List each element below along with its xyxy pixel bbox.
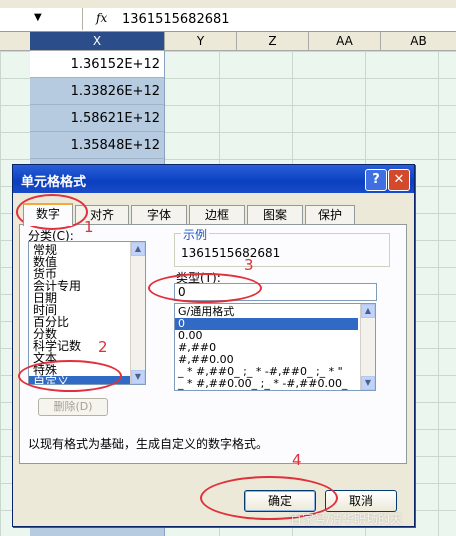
- scroll-up-icon[interactable]: ▲: [361, 304, 375, 318]
- list-item[interactable]: G/通用格式: [178, 306, 234, 318]
- annotation-circle-category: [18, 360, 122, 392]
- scroll-down-icon[interactable]: ▼: [131, 370, 145, 384]
- format-cells-dialog: 单元格格式 ? ✕ 数字 对齐 字体 边框 图案 保护 分类(C): 常规 数值…: [12, 164, 415, 527]
- column-header-ab[interactable]: AB: [381, 32, 456, 50]
- format-scrollbar[interactable]: ▲ ▼: [360, 304, 375, 390]
- annotation-number: 4: [292, 451, 302, 469]
- watermark: 百家号/清华职场的天: [290, 512, 403, 526]
- tab-number[interactable]: 数字: [23, 203, 73, 226]
- cell[interactable]: 1.33826E+12: [30, 78, 164, 105]
- tab-border[interactable]: 边框: [189, 205, 245, 224]
- name-box[interactable]: ▼: [0, 8, 83, 30]
- column-header-z[interactable]: Z: [237, 32, 309, 50]
- annotation-circle-type: [148, 273, 262, 303]
- tab-protection[interactable]: 保护: [305, 205, 355, 224]
- category-scrollbar[interactable]: ▲ ▼: [130, 242, 145, 384]
- cell[interactable]: 1.35848E+12: [30, 132, 164, 159]
- dialog-titlebar[interactable]: 单元格格式 ? ✕: [13, 165, 414, 193]
- column-header-aa[interactable]: AA: [309, 32, 381, 50]
- fx-icon[interactable]: fx: [96, 11, 107, 25]
- annotation-number: 2: [98, 338, 108, 356]
- chevron-down-icon[interactable]: ▼: [34, 12, 42, 23]
- scroll-up-icon[interactable]: ▲: [131, 242, 145, 256]
- cell[interactable]: 1.58621E+12: [30, 105, 164, 132]
- sample-value: 1361515682681: [181, 246, 281, 260]
- dialog-title: 单元格格式: [21, 175, 87, 190]
- column-header-x[interactable]: X: [30, 32, 165, 50]
- format-list[interactable]: G/通用格式 0 0.00 #,##0 #,##0.00 _ * #,##0_ …: [174, 303, 376, 391]
- format-description: 以现有格式为基础，生成自定义的数字格式。: [28, 437, 269, 451]
- sample-label: 示例: [181, 226, 210, 243]
- list-item[interactable]: _ * #,##0.00_ ;_ * -#,##0.00_: [178, 378, 347, 390]
- scroll-down-icon[interactable]: ▼: [361, 376, 375, 390]
- annotation-number: 3: [244, 256, 254, 274]
- annotation-number: 1: [84, 218, 94, 236]
- delete-button: 删除(D): [38, 398, 108, 416]
- question-icon[interactable]: ?: [365, 169, 387, 191]
- tab-pattern[interactable]: 图案: [247, 205, 303, 224]
- column-header-y[interactable]: Y: [165, 32, 237, 50]
- close-icon[interactable]: ✕: [388, 169, 410, 191]
- formula-input[interactable]: 1361515682681: [122, 12, 230, 27]
- sample-group: 示例 1361515682681: [174, 226, 390, 267]
- tab-font[interactable]: 字体: [131, 205, 187, 224]
- cell[interactable]: 1.36152E+12: [30, 51, 164, 78]
- column-headers: X Y Z AA AB: [0, 32, 456, 51]
- number-panel: 分类(C): 常规 数值 货币 会计专用 日期 时间 百分比 分数 科学记数 文…: [19, 224, 407, 464]
- formula-bar: ▼ fx 1361515682681: [0, 8, 456, 32]
